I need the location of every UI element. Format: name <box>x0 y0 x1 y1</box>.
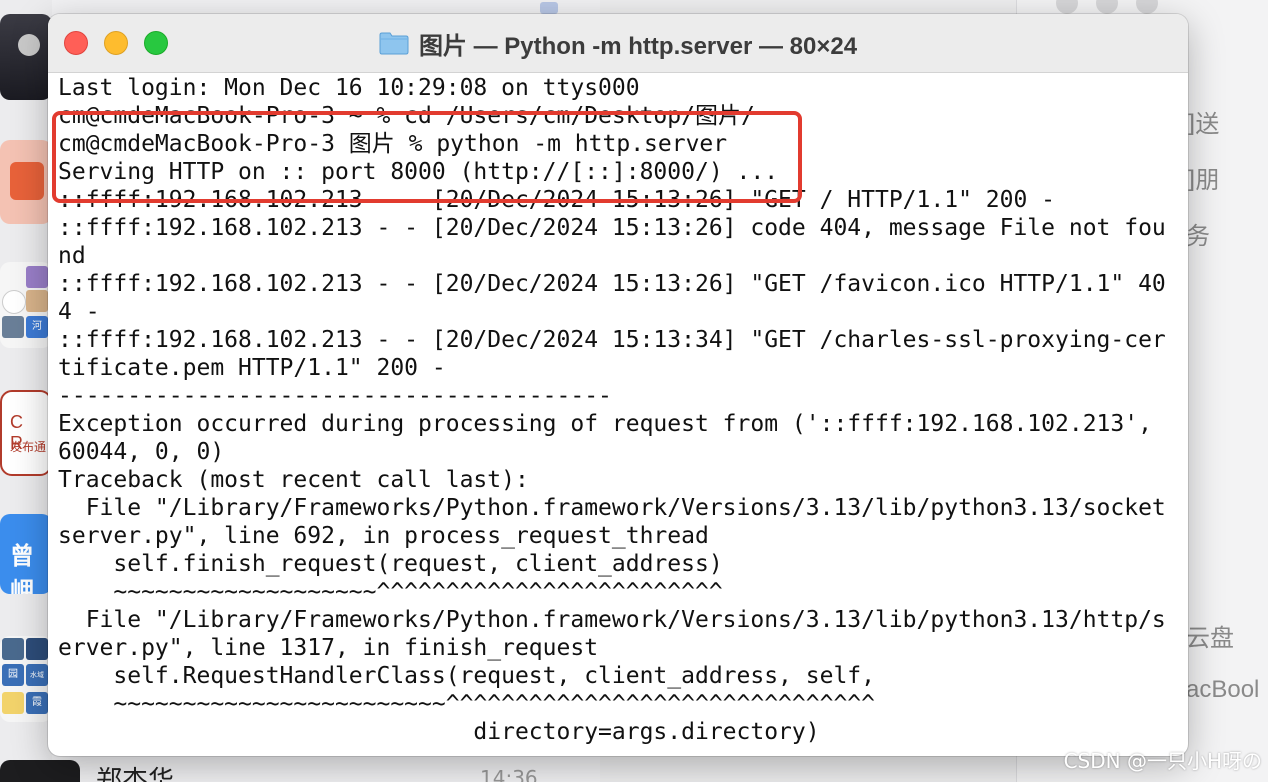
avatar-tile: 霞 <box>26 692 48 714</box>
avatar-tile <box>2 692 24 714</box>
terminal-line: ---------------------------------------- <box>58 383 612 409</box>
window-title: 图片 — Python -m http.server — 80×24 <box>418 32 858 60</box>
avatar-tile <box>26 266 48 288</box>
terminal-line: Serving HTTP on :: port 8000 (http://[::… <box>58 159 779 185</box>
terminal-line: Last login: Mon Dec 16 10:29:08 on ttys0… <box>58 75 640 101</box>
chat-avatar[interactable] <box>0 14 52 100</box>
terminal-line: ::ffff:192.168.102.213 - - [20/Dec/2024 … <box>58 271 1166 297</box>
right-app-fragment: acBool <box>1186 676 1260 703</box>
avatar-tile <box>2 638 24 660</box>
avatar-tile <box>26 290 48 312</box>
terminal-line: nd <box>58 243 86 269</box>
terminal-output[interactable]: Last login: Mon Dec 16 10:29:08 on ttys0… <box>48 73 1188 756</box>
right-app-fragment: ]送 <box>1186 110 1220 138</box>
terminal-line: File "/Library/Frameworks/Python.framewo… <box>58 495 1166 521</box>
terminal-line: ::ffff:192.168.102.213 - - [20/Dec/2024 … <box>58 187 1055 213</box>
terminal-line: self.RequestHandlerClass(request, client… <box>58 663 875 689</box>
right-app-fragment: 云盘 <box>1186 624 1234 652</box>
chat-avatar[interactable]: C R 发布通 <box>0 390 52 476</box>
terminal-line: ~~~~~~~~~~~~~~~~~~~~~~~~^^^^^^^^^^^^^^^^… <box>58 691 875 717</box>
terminal-line: File "/Library/Frameworks/Python.framewo… <box>58 607 1166 633</box>
avatar-tile: 园 <box>2 664 24 686</box>
terminal-line: ::ffff:192.168.102.213 - - [20/Dec/2024 … <box>58 215 1166 241</box>
avatar-tile: 水域 <box>26 664 48 686</box>
window-title-area: 图片 — Python -m http.server — 80×24 <box>48 14 1188 72</box>
terminal-line: tificate.pem HTTP/1.1" 200 - <box>58 355 446 381</box>
terminal-line: erver.py", line 1317, in finish_request <box>58 635 599 661</box>
terminal-line: cm@cmdeMacBook-Pro-3 图片 % python -m http… <box>58 131 728 157</box>
terminal-line: 60044, 0, 0) <box>58 439 225 465</box>
terminal-line: Exception occurred during processing of … <box>58 411 1152 437</box>
terminal-line: directory=args.directory) <box>58 719 820 745</box>
background-chip <box>540 2 558 14</box>
chat-avatar[interactable] <box>0 140 52 224</box>
terminal-line: self.finish_request(request, client_addr… <box>58 551 723 577</box>
avatar-tile: 河 <box>26 316 48 338</box>
group-avatar[interactable]: 园 水域 霞 <box>0 636 52 722</box>
terminal-line: server.py", line 692, in process_request… <box>58 523 709 549</box>
mail-icon <box>10 162 44 200</box>
chat-avatar[interactable] <box>0 760 80 782</box>
contact-time: 14:36 <box>480 766 538 782</box>
terminal-window[interactable]: 图片 — Python -m http.server — 80×24 Last … <box>48 14 1188 756</box>
terminal-line: cm@cmdeMacBook-Pro-3 ~ % cd /Users/cm/De… <box>58 103 755 129</box>
avatar-subtext: 发布通 <box>10 440 47 454</box>
avatar-tile <box>26 638 48 660</box>
folder-icon <box>379 31 409 55</box>
right-app-fragment: ]朋 <box>1186 166 1220 194</box>
terminal-line: ::ffff:192.168.102.213 - - [20/Dec/2024 … <box>58 327 1166 353</box>
title-bar[interactable]: 图片 — Python -m http.server — 80×24 <box>48 14 1188 73</box>
chat-avatar[interactable]: 曾岬 <box>0 514 52 594</box>
avatar-tile <box>2 316 24 338</box>
terminal-line: ~~~~~~~~~~~~~~~~~~~^^^^^^^^^^^^^^^^^^^^^… <box>58 579 723 605</box>
watermark: CSDN @一只小H呀の <box>1063 749 1262 773</box>
group-avatar[interactable]: 河 <box>0 262 52 348</box>
right-app-fragment: 务 <box>1186 222 1210 250</box>
terminal-line: 4 - <box>58 299 100 325</box>
terminal-lines: Last login: Mon Dec 16 10:29:08 on ttys0… <box>58 74 1188 746</box>
contact-name[interactable]: 郑杰华 <box>96 760 174 782</box>
avatar-text: 曾岬 <box>10 542 34 594</box>
avatar-tile <box>2 290 26 314</box>
terminal-line: Traceback (most recent call last): <box>58 467 529 493</box>
